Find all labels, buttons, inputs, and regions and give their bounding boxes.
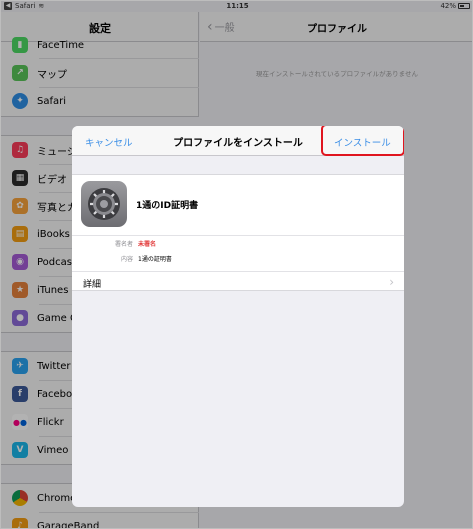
- sheet-nav-bar: キャンセル プロファイルをインストール インストール: [72, 126, 404, 156]
- profile-name: 1通のID証明書: [136, 201, 199, 211]
- contents-value: 1通の証明書: [138, 256, 172, 263]
- divider: [72, 235, 404, 236]
- details-row[interactable]: 詳細 ›: [72, 271, 404, 292]
- signer-value: 未署名: [138, 241, 157, 248]
- profile-card: 1通のID証明書 署名者 未署名 内容 1通の証明書 詳細 ›: [72, 174, 404, 291]
- contents-key: 内容: [120, 256, 133, 263]
- install-profile-sheet: キャンセル プロファイルをインストール インストール 1通のID証明書 署名者 …: [72, 126, 404, 507]
- details-label: 詳細: [83, 280, 102, 290]
- install-highlight-box: [321, 126, 404, 156]
- signer-key: 署名者: [114, 241, 133, 248]
- settings-gear-icon: [81, 181, 127, 227]
- chevron-right-icon: ›: [389, 275, 394, 289]
- screen: ◀ Safari ≋ 11:15 42% 設定 ▮ FaceTime ↗ マップ…: [0, 0, 473, 529]
